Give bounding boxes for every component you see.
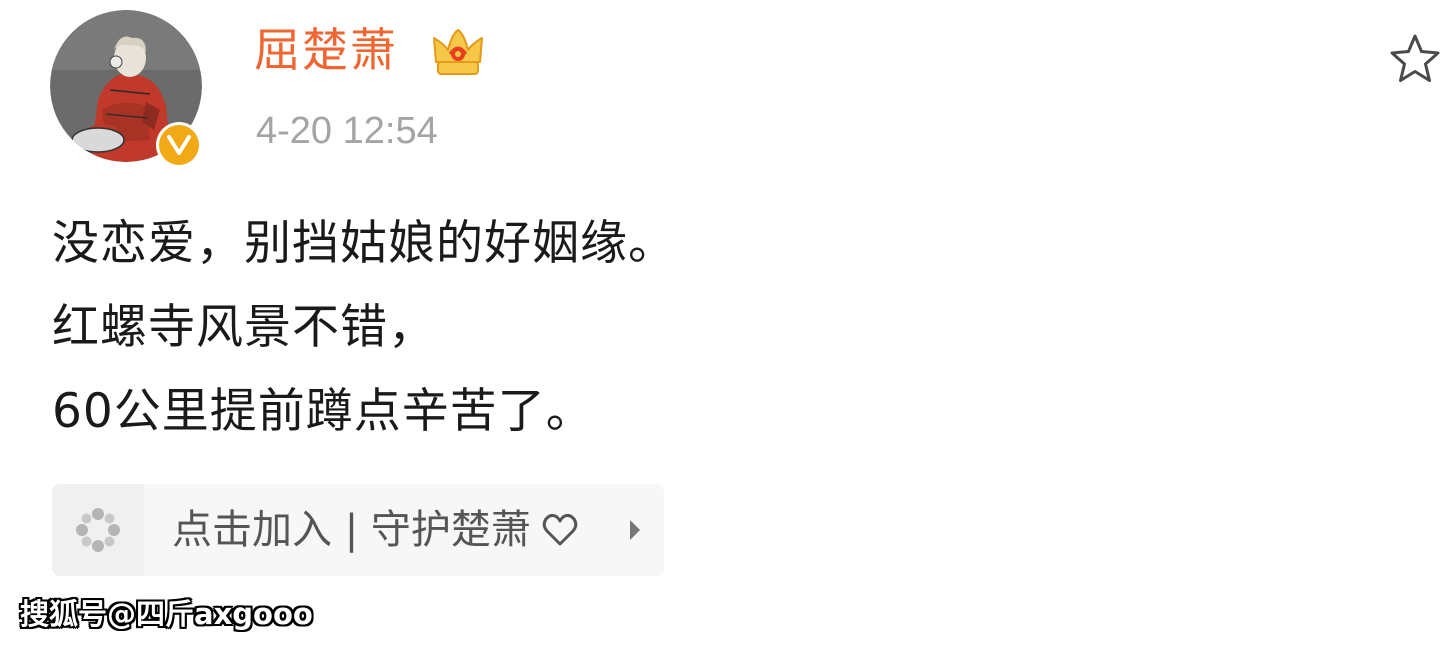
post-line: 60公里提前蹲点辛苦了。 [52, 384, 594, 439]
verified-v-icon [159, 125, 199, 165]
fan-card-label: 点击加入 | 守护楚萧 [172, 507, 531, 553]
post-body: 没恋爱，别挡姑娘的好姻缘。 红螺寺风景不错， 60公里提前蹲点辛苦了。 [52, 202, 676, 454]
fan-card-label-wrap: 点击加入 | 守护楚萧 [172, 505, 579, 555]
verified-badge [156, 122, 202, 168]
heart-outline-icon [542, 513, 578, 546]
post-line: 红螺寺风景不错， [52, 300, 436, 355]
flower-dots-icon [52, 484, 144, 576]
avatar[interactable] [50, 10, 202, 168]
star-outline-icon[interactable] [1388, 32, 1440, 86]
watermark: 搜狐号@四斤axgooo [20, 597, 313, 631]
post-timestamp: 4-20 12:54 [256, 110, 438, 152]
crown-icon[interactable] [430, 24, 486, 80]
fan-group-card[interactable]: 点击加入 | 守护楚萧 [52, 484, 664, 576]
username[interactable]: 屈楚萧 [254, 22, 398, 78]
post-line: 没恋爱，别挡姑娘的好姻缘。 [52, 216, 676, 271]
chevron-right-icon [630, 520, 640, 540]
